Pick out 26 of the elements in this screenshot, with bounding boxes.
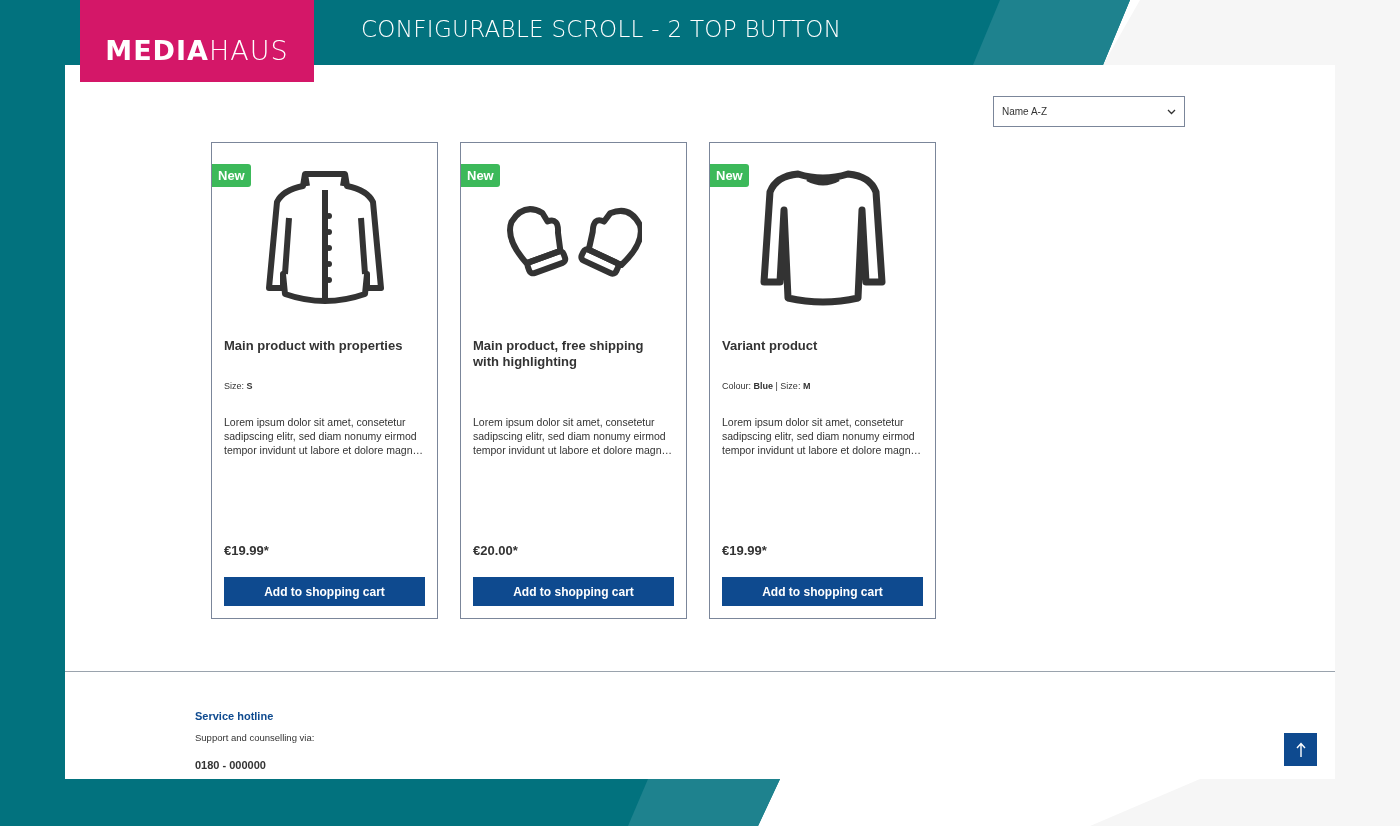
product-properties: Colour: Blue | Size: M: [722, 381, 811, 391]
phone-number: 0180 - 000000: [195, 759, 267, 771]
logo: MEDIAHAUS: [80, 0, 314, 82]
scroll-to-top-button[interactable]: [1284, 733, 1317, 766]
sort-select[interactable]: Name A-Z: [993, 96, 1185, 127]
arrow-up-icon: [1295, 741, 1306, 758]
page-title: CONFIGURABLE SCROLL - 2 TOP BUTTON: [361, 16, 842, 42]
product-description: Lorem ipsum dolor sit amet, consetetur sadipscing elitr, sed diam nonumy eirmod tempor invidunt ut labore et dolore magn…: [224, 415, 425, 457]
new-badge: New: [461, 164, 500, 187]
new-badge: New: [212, 164, 251, 187]
product-properties: Size: S: [224, 381, 253, 391]
product-name[interactable]: Main product, free shipping with highlighting: [473, 332, 674, 376]
product-name[interactable]: Main product with properties: [224, 332, 425, 376]
product-name[interactable]: Variant product: [722, 332, 923, 376]
add-to-cart-button[interactable]: Add to shopping cart: [722, 577, 923, 606]
new-badge: New: [710, 164, 749, 187]
product-price: €20.00*: [473, 542, 519, 560]
product-description: Lorem ipsum dolor sit amet, consetetur sadipscing elitr, sed diam nonumy eirmod tempor invidunt ut labore et dolore magn…: [473, 415, 674, 457]
chevron-down-icon: [1167, 108, 1176, 115]
footer-text: Support and counselling via:: [195, 732, 316, 743]
add-to-cart-button[interactable]: Add to shopping cart: [224, 577, 425, 606]
footer-heading: Service hotline: [195, 710, 275, 722]
product-price: €19.99*: [224, 542, 270, 560]
add-to-cart-button[interactable]: Add to shopping cart: [473, 577, 674, 606]
product-price: €19.99*: [722, 542, 768, 560]
product-description: Lorem ipsum dolor sit amet, consetetur sadipscing elitr, sed diam nonumy eirmod tempor invidunt ut labore et dolore magn…: [722, 415, 923, 457]
